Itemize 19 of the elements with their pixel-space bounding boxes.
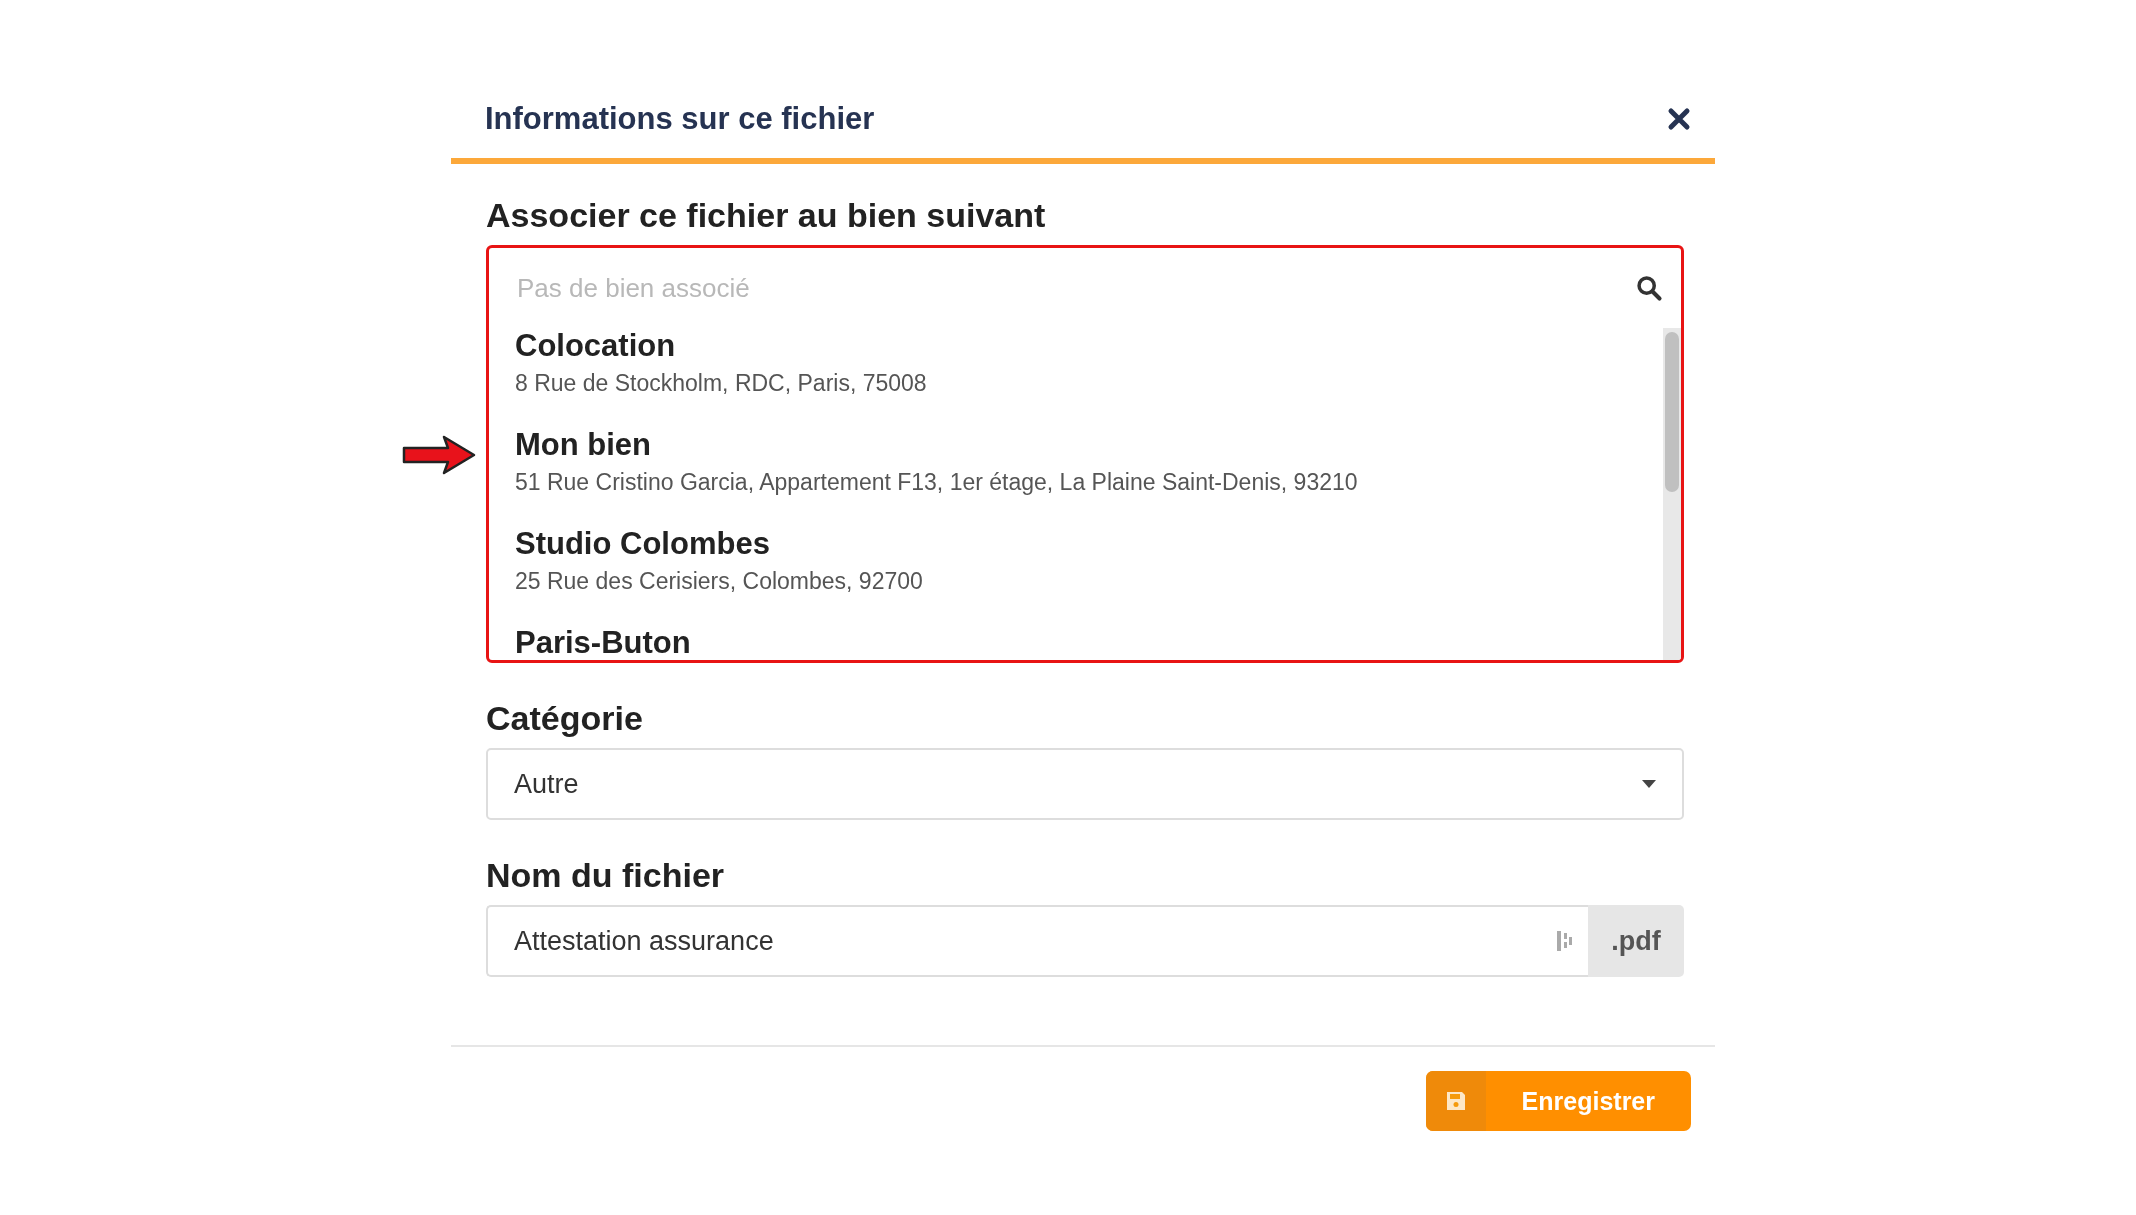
category-select[interactable]: Autre [486, 748, 1684, 820]
field-label: Nom du fichier [486, 856, 726, 895]
search-icon [1635, 274, 1663, 302]
close-icon[interactable] [1667, 107, 1691, 131]
property-address: 8 Rue de Stockholm, RDC, Paris, 75008 [515, 370, 928, 397]
property-address: 25 Rue des Cerisiers, Colombes, 92700 [515, 568, 924, 595]
dialog-title: Informations sur ce fichier [485, 101, 875, 137]
scrollbar[interactable] [1663, 328, 1681, 660]
property-name[interactable]: Paris-Buton [515, 625, 691, 660]
field-label: Associer ce fichier au bien suivant [486, 196, 1047, 235]
arrow-icon [402, 435, 476, 475]
file-extension: .pdf [1588, 905, 1684, 977]
filename-field[interactable]: Attestation assurance [486, 905, 1588, 977]
property-name[interactable]: Mon bien [515, 427, 652, 463]
property-name[interactable]: Studio Colombes [515, 526, 770, 562]
property-address: 51 Rue Cristino Garcia, Appartement F13, 1er étage, La Plaine Saint-Denis, 93210 [515, 469, 1359, 496]
property-name[interactable]: Colocation [515, 328, 676, 364]
field-label: Catégorie [486, 699, 644, 738]
caret-icon [1642, 780, 1656, 788]
